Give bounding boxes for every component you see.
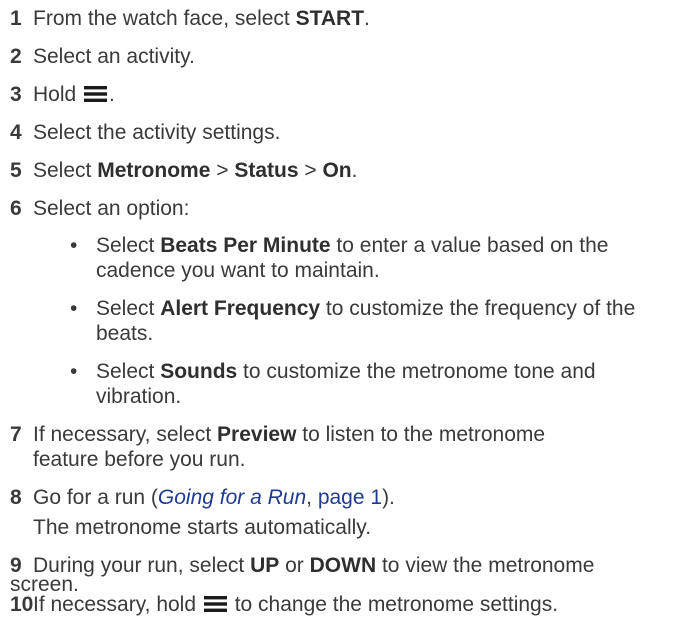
step-text: Go for a run (Going for a Run, page 1). bbox=[33, 486, 395, 509]
step-number: 10 bbox=[10, 593, 34, 616]
step-text: Select the activity settings. bbox=[33, 121, 281, 144]
step-text: If necessary, hold to change the metrono… bbox=[33, 593, 559, 616]
step-number: 4 bbox=[10, 121, 22, 144]
step-text: Select an activity. bbox=[33, 45, 195, 68]
bullet: • bbox=[70, 360, 78, 383]
page-reference-link[interactable]: page 1 bbox=[318, 486, 382, 509]
menu-icon bbox=[203, 596, 227, 612]
option-text-line2: beats. bbox=[96, 322, 154, 345]
step-number: 5 bbox=[10, 159, 22, 182]
step-text: If necessary, select Preview to listen t… bbox=[33, 423, 546, 446]
step-number: 8 bbox=[10, 486, 22, 509]
option-text: Select Alert Frequency to customize the … bbox=[96, 297, 636, 320]
bullet: • bbox=[70, 297, 78, 320]
menu-icon bbox=[84, 86, 108, 102]
step-number: 6 bbox=[10, 197, 22, 220]
button-name: START bbox=[295, 7, 365, 30]
step-text: Hold . bbox=[33, 83, 115, 106]
cross-reference-link[interactable]: Going for a Run bbox=[158, 486, 306, 509]
step-number: 3 bbox=[10, 83, 22, 106]
option-text-line2: cadence you want to maintain. bbox=[96, 259, 380, 282]
step-text: Select an option: bbox=[33, 197, 190, 220]
step-text: Select Metronome > Status > On. bbox=[33, 159, 358, 182]
step-number: 7 bbox=[10, 423, 22, 446]
step-text: From the watch face, select START. bbox=[33, 7, 370, 30]
bullet: • bbox=[70, 234, 78, 257]
step-number: 2 bbox=[10, 45, 22, 68]
option-text-line2: vibration. bbox=[96, 385, 182, 408]
option-text: Select Sounds to customize the metronome… bbox=[96, 360, 596, 383]
step-number: 1 bbox=[10, 7, 22, 30]
option-text: Select Beats Per Minute to enter a value… bbox=[96, 234, 609, 257]
step-8-line2: The metronome starts automatically. bbox=[33, 516, 372, 539]
step-7-line2: feature before you run. bbox=[33, 448, 246, 471]
